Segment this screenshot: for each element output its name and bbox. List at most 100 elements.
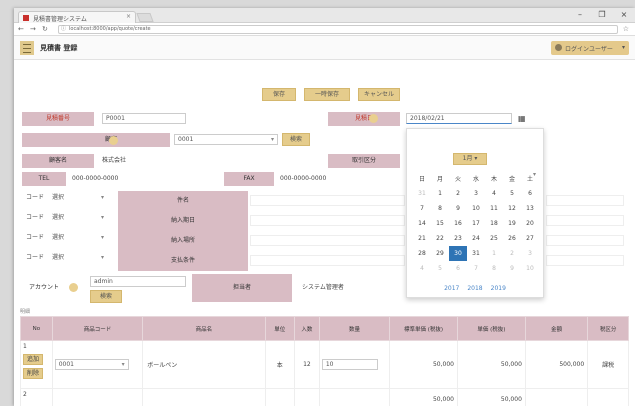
qty-per-cell: 12 [293,340,320,389]
browser-tab[interactable]: 見積書管理システム × [18,11,136,23]
calendar-day[interactable]: 1 [431,186,449,201]
account-input[interactable]: admin [90,276,186,287]
calendar-day[interactable]: 19 [503,216,521,231]
close-window-icon[interactable]: × [613,8,635,23]
calendar-day[interactable]: 1 [485,246,503,261]
calendar-day[interactable]: 15 [431,216,449,231]
calendar-day[interactable]: 21 [413,231,431,246]
calendar-day[interactable]: 7 [413,201,431,216]
customer-picker-icon[interactable] [109,136,118,145]
quote-date-input[interactable]: 2018/02/21 [406,113,512,124]
calendar-day[interactable]: 11 [485,201,503,216]
date-picker-icon[interactable] [369,114,378,123]
code-select[interactable]: 選択 [48,192,108,203]
calendar-day[interactable]: 10 [521,261,539,276]
year-link[interactable]: 2017 [444,285,459,292]
code-field-input[interactable] [250,235,405,246]
code-field-input-extra[interactable] [546,215,624,226]
calendar-day[interactable]: 6 [521,186,539,201]
code-select[interactable]: 選択 [48,252,108,263]
minimize-icon[interactable]: – [569,8,591,23]
code-field-label: 件名 [118,191,248,211]
calendar-icon[interactable]: ▦ [514,112,534,126]
code-field-input-extra[interactable] [546,235,624,246]
qty-input[interactable]: 10 [321,359,378,370]
product-code-select[interactable]: 0001 [54,359,129,370]
user-menu-button[interactable]: ログインユーザー ▾ [551,41,629,55]
month-select-button[interactable]: 1月 ▾ [453,153,487,165]
detail-header-cell: 単位 [264,316,295,341]
url-input[interactable]: ⓘ localhost:8000/app/quote/create [58,25,618,34]
weekday-cell: 木 [490,176,497,183]
year-link[interactable]: 2019 [491,285,506,292]
row-no: 1 [23,343,27,350]
calendar-day[interactable]: 16 [449,216,467,231]
calendar-day[interactable]: 31 [467,246,485,261]
calendar-day[interactable]: 25 [485,231,503,246]
calendar-day[interactable]: 3 [467,186,485,201]
calendar-day[interactable]: 5 [503,186,521,201]
account-picker-icon[interactable] [69,283,78,292]
code-field-input[interactable] [250,195,405,206]
calendar-day[interactable]: 6 [449,261,467,276]
calendar-day[interactable]: 3 [521,246,539,261]
calendar-day[interactable]: 12 [503,201,521,216]
quote-no-input[interactable]: P0001 [102,113,186,124]
save-button[interactable]: 保存 [262,88,296,101]
maximize-icon[interactable]: ❐ [591,8,613,23]
calendar-day[interactable]: 8 [431,201,449,216]
calendar-day[interactable]: 17 [467,216,485,231]
code-field-input[interactable] [250,255,405,266]
fax-value: 000-0000-0000 [280,175,327,182]
account-search-button[interactable]: 検索 [90,290,122,303]
reload-icon[interactable]: ↻ [42,25,48,33]
code-field-input[interactable] [250,215,405,226]
calendar-day[interactable]: 27 [521,231,539,246]
calendar-day[interactable]: 24 [467,231,485,246]
calendar-day[interactable]: 7 [467,261,485,276]
customer-search-button[interactable]: 検索 [282,133,310,146]
menu-icon[interactable] [20,41,34,55]
forward-icon[interactable]: → [30,25,36,33]
calendar-day[interactable]: 5 [431,261,449,276]
calendar-day[interactable]: 29 [431,246,449,261]
temp-save-button[interactable]: 一時保存 [304,88,350,101]
calendar-day[interactable]: 4 [413,261,431,276]
detail-header-cell: 商品名 [142,316,266,341]
weekday-cell: 火 [454,176,461,183]
customer-select[interactable]: 0001 [174,134,278,145]
calendar-day[interactable]: 8 [485,261,503,276]
calendar-day[interactable]: 28 [413,246,431,261]
calendar-day[interactable]: 9 [503,261,521,276]
back-icon[interactable]: ← [18,25,24,33]
calendar-day[interactable]: 23 [449,231,467,246]
calendar-day[interactable]: 2 [503,246,521,261]
year-link[interactable]: 2018 [467,285,482,292]
new-tab-button[interactable] [136,13,154,22]
calendar-day[interactable]: 10 [467,201,485,216]
calendar-day[interactable]: 20 [521,216,539,231]
calendar-day-selected[interactable]: 30 [449,246,467,261]
detail-header-cell: 金額 [524,316,589,341]
calendar-day[interactable]: 2 [449,186,467,201]
code-select[interactable]: 選択 [48,212,108,223]
calendar-day[interactable]: 13 [521,201,539,216]
add-row-button[interactable]: 追加 [23,354,43,365]
calendar-day[interactable]: 14 [413,216,431,231]
cancel-button[interactable]: キャンセル [358,88,400,101]
calendar-day[interactable]: 26 [503,231,521,246]
tab-close-icon[interactable]: × [126,13,131,20]
bookmark-star-icon[interactable]: ☆ [623,25,629,33]
code-field-input-extra[interactable] [546,255,624,266]
calendar-day[interactable]: 18 [485,216,503,231]
table-row: 1追加削除0001ボールペン本121050,00050,000500,000課税 [20,340,629,389]
table-row: 2 50,000 50,000 [20,388,629,406]
calendar-day[interactable]: 22 [431,231,449,246]
calendar-day[interactable]: 4 [485,186,503,201]
code-select[interactable]: 選択 [48,232,108,243]
calendar-day[interactable]: 9 [449,201,467,216]
delete-row-button[interactable]: 削除 [23,368,43,379]
code-field-input-extra[interactable] [546,195,624,206]
calendar-day[interactable]: 31 [413,186,431,201]
page-title: 見積書 登録 [40,44,78,52]
